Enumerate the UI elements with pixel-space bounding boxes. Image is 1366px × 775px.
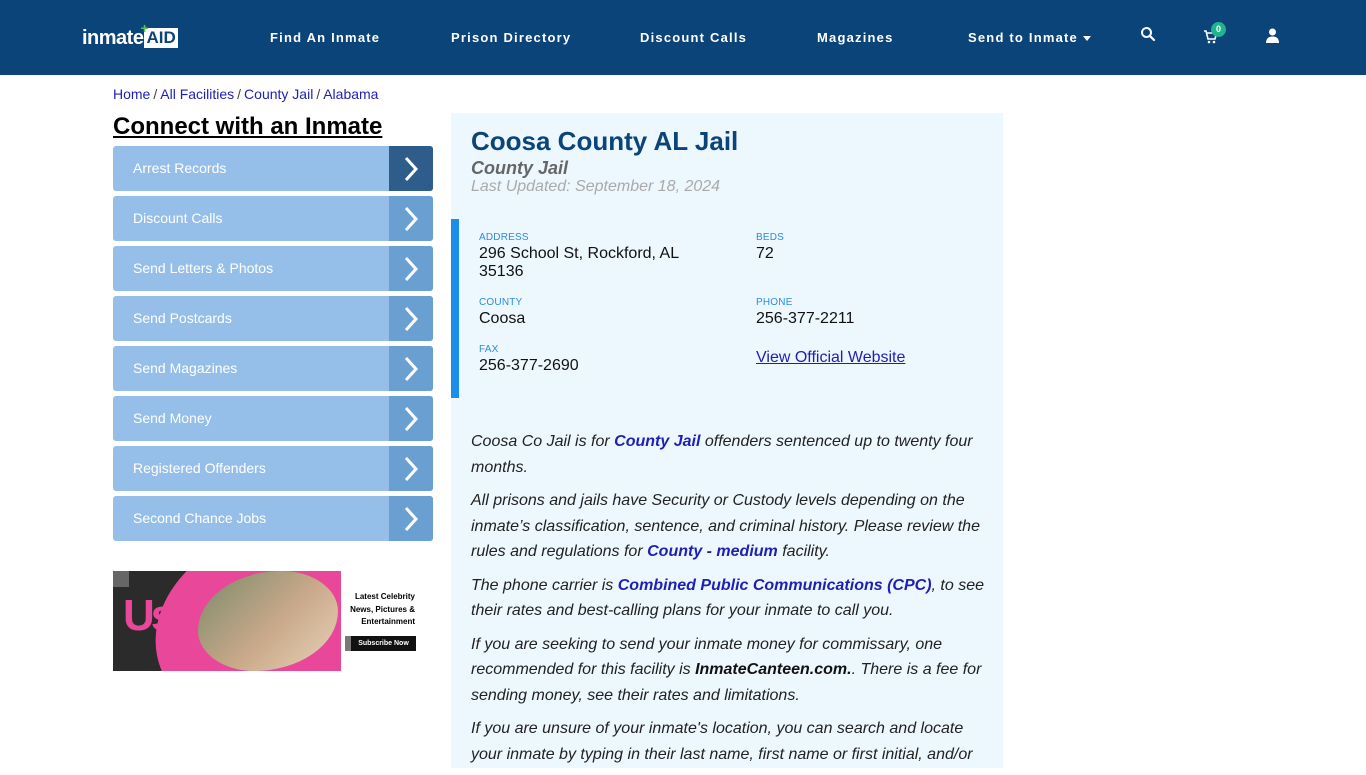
sidebar-item-discount-calls[interactable]: Discount Calls	[113, 196, 433, 241]
caret-down-icon	[1082, 36, 1091, 42]
facility-panel: Coosa County AL Jail County Jail Last Up…	[451, 113, 1003, 768]
chevron-right-icon	[389, 346, 433, 391]
sidebar-title: Connect with an Inmate	[113, 113, 383, 140]
county-value: Coosa	[479, 310, 526, 327]
cart-count-badge: 0	[1211, 22, 1226, 37]
description-paragraph: Coosa Co Jail is for County Jail offende…	[471, 433, 973, 476]
logo-plus-icon: +	[140, 20, 149, 36]
breadcrumb: Home / All Facilities / County Jail / Alabama	[113, 86, 379, 102]
phone-label: PHONE	[756, 297, 793, 308]
facility-type: County Jail	[471, 158, 569, 178]
last-updated: Last Updated: September 18, 2024	[471, 178, 721, 195]
nav-prison-directory[interactable]: Prison Directory	[451, 30, 571, 45]
fax-label: FAX	[479, 344, 499, 355]
nav-find-an-inmate[interactable]: Find An Inmate	[270, 30, 380, 45]
ad-corner	[113, 571, 129, 587]
sidebar-item-send-letters-photos[interactable]: Send Letters & Photos	[113, 246, 433, 291]
us-weekly-ad-banner[interactable]: Us Latest Celebrity News, Pictures & Ent…	[113, 571, 416, 671]
nav-magazines[interactable]: Magazines	[817, 30, 894, 45]
ad-subscribe-button[interactable]: Subscribe Now	[345, 636, 416, 651]
sidebar-item-send-magazines[interactable]: Send Magazines	[113, 346, 433, 391]
inmate-canteen-text: InmateCanteen.com.	[695, 661, 852, 678]
sidebar-item-arrest-records[interactable]: Arrest Records	[113, 146, 433, 191]
description-paragraph: If you are seeking to send your inmate m…	[471, 635, 982, 704]
county-jail-link[interactable]: County Jail	[614, 433, 700, 450]
address-field: ADDRESS 296 School St, Rockford, AL 3513…	[479, 232, 719, 281]
description-paragraph: All prisons and jails have Security or C…	[471, 492, 980, 560]
ad-tagline: Latest Celebrity News, Pictures & Entert…	[350, 592, 415, 626]
county-label: COUNTY	[479, 297, 523, 308]
sidebar-item-send-money[interactable]: Send Money	[113, 396, 433, 441]
sidebar-item-second-chance-jobs[interactable]: Second Chance Jobs	[113, 496, 433, 541]
description-paragraph: The phone carrier is Combined Public Com…	[471, 576, 985, 620]
description-paragraph: If you are unsure of your inmate's locat…	[471, 720, 973, 763]
nav-discount-calls[interactable]: Discount Calls	[640, 30, 747, 45]
user-icon[interactable]	[1266, 28, 1286, 48]
breadcrumb-all-facilities[interactable]: All Facilities	[160, 86, 234, 102]
nav-send-to-inmate[interactable]: Send to Inmate	[968, 30, 1091, 45]
breadcrumb-county-jail[interactable]: County Jail	[244, 86, 313, 102]
top-navbar: inmate + AID Find An Inmate Prison Direct…	[0, 0, 1366, 75]
breadcrumb-alabama[interactable]: Alabama	[323, 86, 378, 102]
sidebar-menu: Arrest Records Discount Calls Send Lette…	[113, 146, 433, 546]
logo-text: inmate	[82, 26, 144, 49]
sidebar-item-send-postcards[interactable]: Send Postcards	[113, 296, 433, 341]
facility-info-box: ADDRESS 296 School St, Rockford, AL 3513…	[451, 219, 1003, 398]
logo-accent: + AID	[140, 20, 178, 48]
chevron-right-icon	[389, 296, 433, 341]
phone-field: PHONE 256-377-2211	[756, 297, 854, 328]
sidebar-item-registered-offenders[interactable]: Registered Offenders	[113, 446, 433, 491]
fax-value: 256-377-2690	[479, 357, 579, 374]
county-field: COUNTY Coosa	[479, 297, 525, 328]
chevron-right-icon	[389, 396, 433, 441]
chevron-right-icon	[389, 246, 433, 291]
beds-label: BEDS	[756, 232, 785, 243]
breadcrumb-home[interactable]: Home	[113, 86, 150, 102]
facility-name: Coosa County AL Jail	[471, 126, 739, 156]
address-line2: 35136	[479, 263, 524, 280]
address-line1: 296 School St, Rockford, AL	[479, 245, 680, 262]
phone-carrier-link[interactable]: Combined Public Communications (CPC)	[618, 577, 932, 594]
fax-field: FAX 256-377-2690	[479, 344, 579, 375]
chevron-right-icon	[389, 146, 433, 191]
beds-value: 72	[756, 245, 774, 262]
chevron-right-icon	[389, 446, 433, 491]
search-icon[interactable]	[1140, 26, 1160, 46]
county-medium-link[interactable]: County - medium	[647, 543, 778, 560]
website-field: View Official Website	[756, 349, 905, 367]
view-official-website-link[interactable]: View Official Website	[756, 349, 905, 366]
phone-value: 256-377-2211	[756, 310, 855, 327]
inmateaid-logo[interactable]: inmate + AID	[82, 20, 178, 50]
facility-description: Coosa Co Jail is for County Jail offende…	[471, 429, 991, 775]
beds-field: BEDS 72	[756, 232, 784, 263]
ad-brand-logo: Us	[123, 591, 175, 640]
chevron-right-icon	[389, 496, 433, 541]
address-label: ADDRESS	[479, 232, 529, 243]
chevron-right-icon	[389, 196, 433, 241]
